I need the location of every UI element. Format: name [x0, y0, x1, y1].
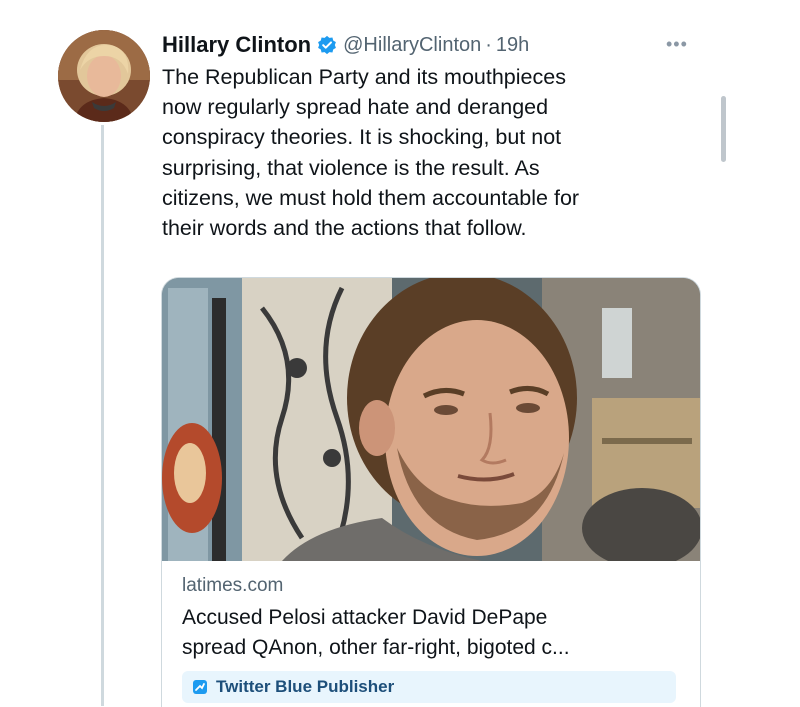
tweet-text-line: now regularly spread hate and deranged: [162, 95, 549, 120]
card-title-line: Accused Pelosi attacker David DePape: [182, 606, 548, 629]
scrollbar[interactable]: [721, 96, 726, 162]
author-name[interactable]: Hillary Clinton: [162, 32, 311, 58]
thread-line: [101, 125, 104, 706]
tweet-text-line: surprising, that violence is the result.…: [162, 155, 540, 180]
publisher-badge: Twitter Blue Publisher: [182, 671, 676, 703]
tweet-text-line: citizens, we must hold them accountable …: [162, 185, 580, 210]
tweet-text-line: conspiracy theories. It is shocking, but…: [162, 125, 562, 150]
time-separator: ·: [485, 33, 492, 56]
tweet-header: Hillary Clinton @HillaryClinton · 19h: [162, 30, 529, 60]
card-title[interactable]: Accused Pelosi attacker David DePape spr…: [182, 603, 687, 663]
author-handle[interactable]: @HillaryClinton: [343, 34, 481, 57]
twitter-blue-icon: [192, 679, 208, 695]
verified-badge-icon: [317, 35, 337, 55]
tweet-text-line: The Republican Party and its mouthpieces: [162, 65, 566, 89]
tweet-text-line: their words and the actions that follow.: [162, 216, 527, 241]
link-card[interactable]: latimes.com Accused Pelosi attacker Davi…: [161, 277, 701, 707]
more-options-icon[interactable]: •••: [666, 34, 688, 55]
card-image[interactable]: [162, 278, 700, 568]
publisher-label: Twitter Blue Publisher: [216, 677, 395, 696]
tweet-text: The Republican Party and its mouthpieces…: [162, 62, 702, 243]
card-title-line: spread QAnon, other far-right, bigoted c…: [182, 636, 570, 659]
card-domain: latimes.com: [182, 575, 284, 596]
avatar[interactable]: [58, 30, 150, 122]
tweet-time[interactable]: 19h: [496, 34, 529, 57]
